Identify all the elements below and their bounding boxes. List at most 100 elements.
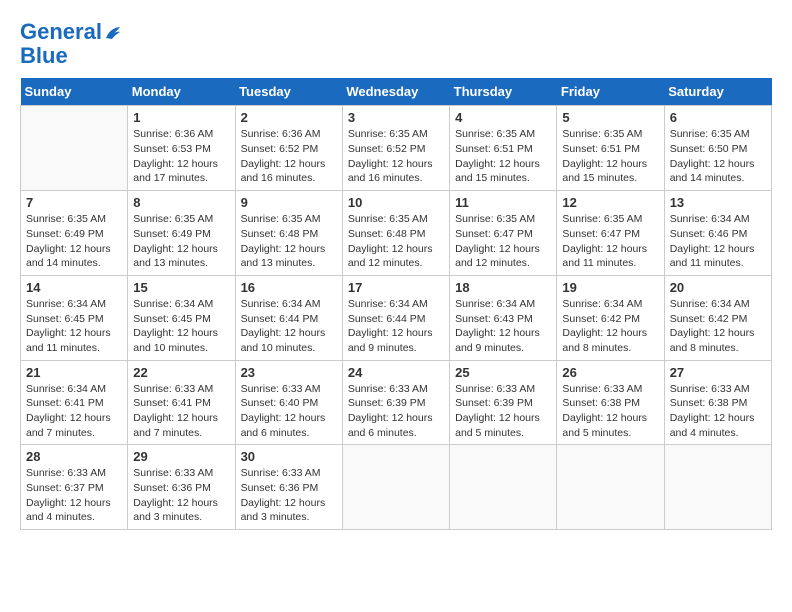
calendar-cell: 19 Sunrise: 6:34 AM Sunset: 6:42 PM Dayli…: [557, 275, 664, 360]
calendar-week-row: 21 Sunrise: 6:34 AM Sunset: 6:41 PM Dayli…: [21, 360, 772, 445]
day-number: 19: [562, 280, 658, 295]
day-header-saturday: Saturday: [664, 78, 771, 106]
cell-info: Sunrise: 6:35 AM Sunset: 6:51 PM Dayligh…: [455, 127, 551, 186]
day-number: 26: [562, 365, 658, 380]
day-number: 11: [455, 195, 551, 210]
day-number: 4: [455, 110, 551, 125]
calendar-cell: 10 Sunrise: 6:35 AM Sunset: 6:48 PM Dayli…: [342, 191, 449, 276]
cell-info: Sunrise: 6:34 AM Sunset: 6:44 PM Dayligh…: [241, 297, 337, 356]
day-number: 21: [26, 365, 122, 380]
calendar-cell: 21 Sunrise: 6:34 AM Sunset: 6:41 PM Dayli…: [21, 360, 128, 445]
day-number: 23: [241, 365, 337, 380]
cell-info: Sunrise: 6:34 AM Sunset: 6:45 PM Dayligh…: [26, 297, 122, 356]
calendar-cell: 3Sunrise: 6:35 AM Sunset: 6:52 PM Daylig…: [342, 106, 449, 191]
calendar-cell: 30 Sunrise: 6:33 AM Sunset: 6:36 PM Dayli…: [235, 445, 342, 530]
day-number: 30: [241, 449, 337, 464]
day-number: 10: [348, 195, 444, 210]
cell-info: Sunrise: 6:36 AM Sunset: 6:53 PM Dayligh…: [133, 127, 229, 186]
cell-info: Sunrise: 6:35 AM Sunset: 6:49 PM Dayligh…: [133, 212, 229, 271]
day-number: 13: [670, 195, 766, 210]
cell-info: Sunrise: 6:34 AM Sunset: 6:45 PM Dayligh…: [133, 297, 229, 356]
cell-info: Sunrise: 6:34 AM Sunset: 6:43 PM Dayligh…: [455, 297, 551, 356]
calendar-cell: 26 Sunrise: 6:33 AM Sunset: 6:38 PM Dayli…: [557, 360, 664, 445]
day-number: 27: [670, 365, 766, 380]
cell-info: Sunrise: 6:34 AM Sunset: 6:46 PM Dayligh…: [670, 212, 766, 271]
calendar-cell: 20Sunrise: 6:34 AM Sunset: 6:42 PM Dayli…: [664, 275, 771, 360]
cell-info: Sunrise: 6:35 AM Sunset: 6:47 PM Dayligh…: [455, 212, 551, 271]
day-number: 20: [670, 280, 766, 295]
day-number: 16: [241, 280, 337, 295]
calendar-cell: 11 Sunrise: 6:35 AM Sunset: 6:47 PM Dayli…: [450, 191, 557, 276]
day-number: 29: [133, 449, 229, 464]
day-header-thursday: Thursday: [450, 78, 557, 106]
logo-line1: General: [20, 19, 102, 44]
cell-info: Sunrise: 6:34 AM Sunset: 6:41 PM Dayligh…: [26, 382, 122, 441]
calendar-cell: [557, 445, 664, 530]
day-number: 15: [133, 280, 229, 295]
cell-info: Sunrise: 6:33 AM Sunset: 6:36 PM Dayligh…: [241, 466, 337, 525]
calendar-cell: 8 Sunrise: 6:35 AM Sunset: 6:49 PM Daylig…: [128, 191, 235, 276]
day-number: 17: [348, 280, 444, 295]
calendar-header-row: SundayMondayTuesdayWednesdayThursdayFrid…: [21, 78, 772, 106]
day-number: 18: [455, 280, 551, 295]
calendar-week-row: 1 Sunrise: 6:36 AM Sunset: 6:53 PM Daylig…: [21, 106, 772, 191]
calendar-week-row: 14Sunrise: 6:34 AM Sunset: 6:45 PM Dayli…: [21, 275, 772, 360]
cell-info: Sunrise: 6:34 AM Sunset: 6:42 PM Dayligh…: [562, 297, 658, 356]
cell-info: Sunrise: 6:35 AM Sunset: 6:49 PM Dayligh…: [26, 212, 122, 271]
cell-info: Sunrise: 6:35 AM Sunset: 6:48 PM Dayligh…: [348, 212, 444, 271]
calendar-cell: 9 Sunrise: 6:35 AM Sunset: 6:48 PM Daylig…: [235, 191, 342, 276]
day-header-monday: Monday: [128, 78, 235, 106]
calendar-cell: 25 Sunrise: 6:33 AM Sunset: 6:39 PM Dayli…: [450, 360, 557, 445]
day-number: 25: [455, 365, 551, 380]
calendar-cell: 4 Sunrise: 6:35 AM Sunset: 6:51 PM Daylig…: [450, 106, 557, 191]
day-number: 8: [133, 195, 229, 210]
day-number: 6: [670, 110, 766, 125]
calendar-cell: 16 Sunrise: 6:34 AM Sunset: 6:44 PM Dayli…: [235, 275, 342, 360]
calendar-cell: 6 Sunrise: 6:35 AM Sunset: 6:50 PM Daylig…: [664, 106, 771, 191]
page-header: General Blue: [20, 20, 772, 68]
cell-info: Sunrise: 6:33 AM Sunset: 6:40 PM Dayligh…: [241, 382, 337, 441]
day-number: 9: [241, 195, 337, 210]
calendar-cell: 24Sunrise: 6:33 AM Sunset: 6:39 PM Dayli…: [342, 360, 449, 445]
calendar-cell: 14Sunrise: 6:34 AM Sunset: 6:45 PM Dayli…: [21, 275, 128, 360]
logo: General Blue: [20, 20, 122, 68]
day-number: 2: [241, 110, 337, 125]
cell-info: Sunrise: 6:33 AM Sunset: 6:37 PM Dayligh…: [26, 466, 122, 525]
cell-info: Sunrise: 6:35 AM Sunset: 6:47 PM Dayligh…: [562, 212, 658, 271]
cell-info: Sunrise: 6:33 AM Sunset: 6:38 PM Dayligh…: [670, 382, 766, 441]
day-header-sunday: Sunday: [21, 78, 128, 106]
calendar-cell: 27 Sunrise: 6:33 AM Sunset: 6:38 PM Dayli…: [664, 360, 771, 445]
day-number: 1: [133, 110, 229, 125]
calendar-cell: [450, 445, 557, 530]
calendar-cell: 29 Sunrise: 6:33 AM Sunset: 6:36 PM Dayli…: [128, 445, 235, 530]
calendar-cell: 7 Sunrise: 6:35 AM Sunset: 6:49 PM Daylig…: [21, 191, 128, 276]
cell-info: Sunrise: 6:35 AM Sunset: 6:51 PM Dayligh…: [562, 127, 658, 186]
day-header-wednesday: Wednesday: [342, 78, 449, 106]
cell-info: Sunrise: 6:35 AM Sunset: 6:50 PM Dayligh…: [670, 127, 766, 186]
day-number: 24: [348, 365, 444, 380]
cell-info: Sunrise: 6:34 AM Sunset: 6:44 PM Dayligh…: [348, 297, 444, 356]
cell-info: Sunrise: 6:35 AM Sunset: 6:52 PM Dayligh…: [348, 127, 444, 186]
calendar-cell: 1 Sunrise: 6:36 AM Sunset: 6:53 PM Daylig…: [128, 106, 235, 191]
calendar-week-row: 7 Sunrise: 6:35 AM Sunset: 6:49 PM Daylig…: [21, 191, 772, 276]
logo-bird-icon: [104, 24, 122, 42]
calendar-cell: 18 Sunrise: 6:34 AM Sunset: 6:43 PM Dayli…: [450, 275, 557, 360]
day-number: 28: [26, 449, 122, 464]
cell-info: Sunrise: 6:33 AM Sunset: 6:39 PM Dayligh…: [455, 382, 551, 441]
cell-info: Sunrise: 6:35 AM Sunset: 6:48 PM Dayligh…: [241, 212, 337, 271]
calendar-cell: [664, 445, 771, 530]
logo-line2: Blue: [20, 44, 122, 68]
calendar-cell: 2 Sunrise: 6:36 AM Sunset: 6:52 PM Daylig…: [235, 106, 342, 191]
day-header-tuesday: Tuesday: [235, 78, 342, 106]
day-number: 5: [562, 110, 658, 125]
cell-info: Sunrise: 6:36 AM Sunset: 6:52 PM Dayligh…: [241, 127, 337, 186]
cell-info: Sunrise: 6:33 AM Sunset: 6:36 PM Dayligh…: [133, 466, 229, 525]
cell-info: Sunrise: 6:33 AM Sunset: 6:38 PM Dayligh…: [562, 382, 658, 441]
calendar-cell: 5 Sunrise: 6:35 AM Sunset: 6:51 PM Daylig…: [557, 106, 664, 191]
day-header-friday: Friday: [557, 78, 664, 106]
calendar-table: SundayMondayTuesdayWednesdayThursdayFrid…: [20, 78, 772, 530]
calendar-cell: [21, 106, 128, 191]
day-number: 7: [26, 195, 122, 210]
calendar-cell: 12Sunrise: 6:35 AM Sunset: 6:47 PM Dayli…: [557, 191, 664, 276]
calendar-cell: 23 Sunrise: 6:33 AM Sunset: 6:40 PM Dayli…: [235, 360, 342, 445]
